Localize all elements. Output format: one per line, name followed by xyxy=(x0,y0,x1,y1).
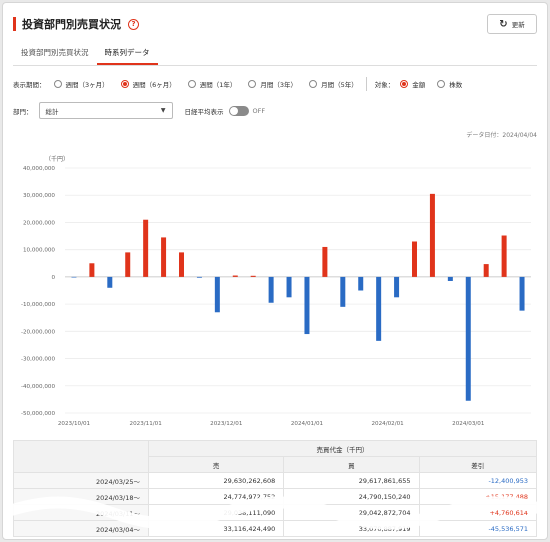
bar xyxy=(89,263,95,277)
bar xyxy=(161,237,167,277)
y-tick-label: 0 xyxy=(51,275,55,281)
bar xyxy=(107,276,113,288)
bar xyxy=(519,276,525,311)
bar xyxy=(412,241,417,277)
bar xyxy=(394,276,400,298)
y-tick-label: 10,000,000 xyxy=(23,248,55,254)
y-tick-label: -10,000,000 xyxy=(21,302,55,308)
bar xyxy=(250,275,256,277)
table-corner xyxy=(13,440,149,473)
bar xyxy=(125,252,131,277)
bar xyxy=(429,193,435,277)
table-group-header: 売買代金（千円） xyxy=(148,440,537,457)
bar xyxy=(214,276,220,313)
column-header-sell: 売 xyxy=(147,456,285,473)
x-tick-label: 2024/03/01 xyxy=(452,421,485,427)
x-tick-label: 2023/12/01 xyxy=(210,421,243,427)
bar xyxy=(268,276,274,303)
table-row: 2024/03/25〜 29,630,262,608 29,617,861,65… xyxy=(13,472,537,489)
x-tick-label: 2024/02/01 xyxy=(371,421,404,427)
y-tick-label: 30,000,000 xyxy=(23,193,55,199)
x-tick-label: 2023/10/01 xyxy=(58,421,91,427)
row-buy: 29,617,861,655 xyxy=(283,472,420,489)
row-diff: -12,400,953 xyxy=(418,472,537,489)
bar xyxy=(196,276,202,278)
y-tick-label: -30,000,000 xyxy=(21,357,55,363)
row-sell: 29,630,262,608 xyxy=(147,472,285,489)
x-tick-label: 2023/11/01 xyxy=(130,421,163,427)
y-tick-label: 20,000,000 xyxy=(23,220,55,226)
y-tick-label: 40,000,000 xyxy=(23,166,55,172)
bar xyxy=(501,235,507,277)
bar xyxy=(71,276,77,278)
bar xyxy=(179,252,184,277)
bar xyxy=(376,276,382,341)
y-tick-label: -50,000,000 xyxy=(21,411,55,417)
bar xyxy=(286,276,292,298)
column-header-diff: 差引 xyxy=(418,456,537,473)
bar xyxy=(358,276,364,291)
bar xyxy=(447,276,453,281)
bar xyxy=(304,276,310,335)
bar xyxy=(232,275,238,277)
investment-sector-panel: 投資部門別売買状況 ? ↻ 更新 投資部門別売買状況 時系列データ 表示期間： … xyxy=(2,2,548,540)
torn-edge-wave xyxy=(3,496,547,530)
y-tick-label: -40,000,000 xyxy=(21,384,55,390)
bar xyxy=(465,276,471,401)
column-header-buy: 買 xyxy=(283,456,420,473)
bar xyxy=(483,264,489,277)
x-tick-label: 2024/01/01 xyxy=(291,421,324,427)
bar xyxy=(143,219,149,277)
bar xyxy=(340,276,346,307)
net-trading-bar-chart: （千円） 40,000,000 30,000,000 20,000,000 10,000… xyxy=(21,155,531,427)
bar xyxy=(322,246,328,277)
y-axis-unit-label: （千円） xyxy=(45,155,69,163)
row-date: 2024/03/25〜 xyxy=(13,472,149,489)
y-tick-label: -20,000,000 xyxy=(21,329,55,335)
